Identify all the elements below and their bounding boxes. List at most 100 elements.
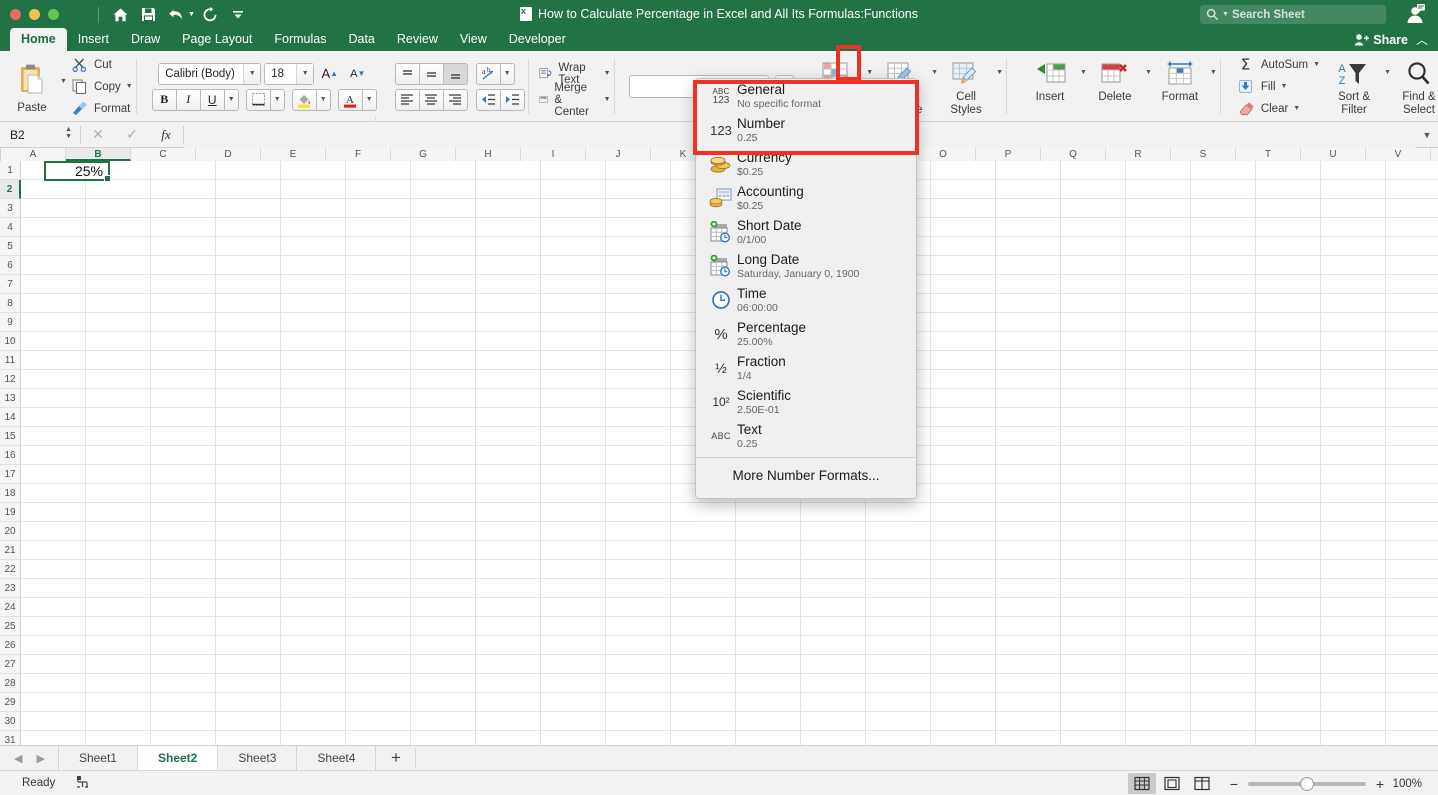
cell-U31[interactable] [1321,731,1386,745]
cell-B27[interactable] [86,655,151,674]
cell-U21[interactable] [1321,541,1386,560]
merge-center-button[interactable]: Merge & Center ▼ [539,82,611,118]
cell-J25[interactable] [606,617,671,636]
cell-E25[interactable] [281,617,346,636]
cell-B24[interactable] [86,598,151,617]
search-input[interactable]: ▼ Search Sheet [1200,5,1386,24]
cell-G21[interactable] [411,541,476,560]
cell-B21[interactable] [86,541,151,560]
cell-H17[interactable] [476,465,541,484]
page-break-view-icon[interactable] [1188,773,1216,794]
copy-dropdown-caret[interactable]: ▼ [126,83,133,90]
cell-O8[interactable] [931,294,996,313]
cell-E21[interactable] [281,541,346,560]
cell-T12[interactable] [1256,370,1321,389]
cell-C30[interactable] [151,712,216,731]
cell-L20[interactable] [736,522,801,541]
font-color-button[interactable]: A [337,88,363,111]
row-header-12[interactable]: 12 [0,370,21,389]
cell-B25[interactable] [86,617,151,636]
next-sheet-icon[interactable]: ▶ [36,752,44,765]
paste-dropdown-caret[interactable]: ▼ [60,78,67,85]
cell-N27[interactable] [866,655,931,674]
cell-N30[interactable] [866,712,931,731]
cell-E15[interactable] [281,427,346,446]
cell-O17[interactable] [931,465,996,484]
cell-I15[interactable] [541,427,606,446]
cell-V30[interactable] [1386,712,1438,731]
cell-Q29[interactable] [1061,693,1126,712]
cell-B19[interactable] [86,503,151,522]
cell-R9[interactable] [1126,313,1191,332]
cell-A23[interactable] [21,579,86,598]
share-button[interactable]: Share [1354,33,1408,47]
cell-C18[interactable] [151,484,216,503]
cell-P16[interactable] [996,446,1061,465]
cell-M29[interactable] [801,693,866,712]
cell-B10[interactable] [86,332,151,351]
cell-D12[interactable] [216,370,281,389]
cell-B20[interactable] [86,522,151,541]
cell-P23[interactable] [996,579,1061,598]
cell-K25[interactable] [671,617,736,636]
cell-I3[interactable] [541,199,606,218]
cell-K29[interactable] [671,693,736,712]
cell-D9[interactable] [216,313,281,332]
cell-G30[interactable] [411,712,476,731]
minimize-window-button[interactable] [29,9,40,20]
cell-J8[interactable] [606,294,671,313]
cell-I10[interactable] [541,332,606,351]
cell-K27[interactable] [671,655,736,674]
cell-B31[interactable] [86,731,151,745]
cell-V14[interactable] [1386,408,1438,427]
cell-E3[interactable] [281,199,346,218]
increase-font-size-button[interactable]: A ▲ [317,63,342,85]
cell-D2[interactable] [216,180,281,199]
cell-I16[interactable] [541,446,606,465]
cell-A28[interactable] [21,674,86,693]
cell-M21[interactable] [801,541,866,560]
cell-R30[interactable] [1126,712,1191,731]
menu-item-long-date[interactable]: Long Date Saturday, January 0, 1900 [696,249,916,283]
cell-U11[interactable] [1321,351,1386,370]
cell-F15[interactable] [346,427,411,446]
align-top-button[interactable] [394,62,420,85]
cell-A12[interactable] [21,370,86,389]
row-header-17[interactable]: 17 [0,465,21,484]
cell-C3[interactable] [151,199,216,218]
row-header-10[interactable]: 10 [0,332,21,351]
cell-V1[interactable] [1386,161,1438,180]
cell-D24[interactable] [216,598,281,617]
cell-E4[interactable] [281,218,346,237]
cell-C27[interactable] [151,655,216,674]
cell-I2[interactable] [541,180,606,199]
cell-E22[interactable] [281,560,346,579]
cell-H20[interactable] [476,522,541,541]
cell-H23[interactable] [476,579,541,598]
cell-S17[interactable] [1191,465,1256,484]
cell-F9[interactable] [346,313,411,332]
cell-P5[interactable] [996,237,1061,256]
cell-I7[interactable] [541,275,606,294]
row-header-3[interactable]: 3 [0,199,21,218]
zoom-slider-thumb[interactable] [1300,776,1314,791]
cell-S25[interactable] [1191,617,1256,636]
cell-H29[interactable] [476,693,541,712]
underline-button[interactable]: U [199,88,225,111]
cell-H6[interactable] [476,256,541,275]
cell-U19[interactable] [1321,503,1386,522]
menu-item-currency[interactable]: Currency $0.25 [696,147,916,181]
cell-N24[interactable] [866,598,931,617]
decrease-font-size-button[interactable]: A ▼ [345,63,370,85]
cell-F3[interactable] [346,199,411,218]
collapse-ribbon-icon[interactable]: ︿ [1416,31,1428,48]
formula-bar-expand-icon[interactable]: ▼ [1416,130,1438,140]
cell-F7[interactable] [346,275,411,294]
cell-I12[interactable] [541,370,606,389]
row-header-23[interactable]: 23 [0,579,21,598]
wrap-text-dropdown-caret[interactable]: ▼ [604,70,611,77]
undo-icon[interactable] [163,4,189,25]
cell-Q22[interactable] [1061,560,1126,579]
cell-A10[interactable] [21,332,86,351]
align-left-button[interactable] [394,88,420,111]
